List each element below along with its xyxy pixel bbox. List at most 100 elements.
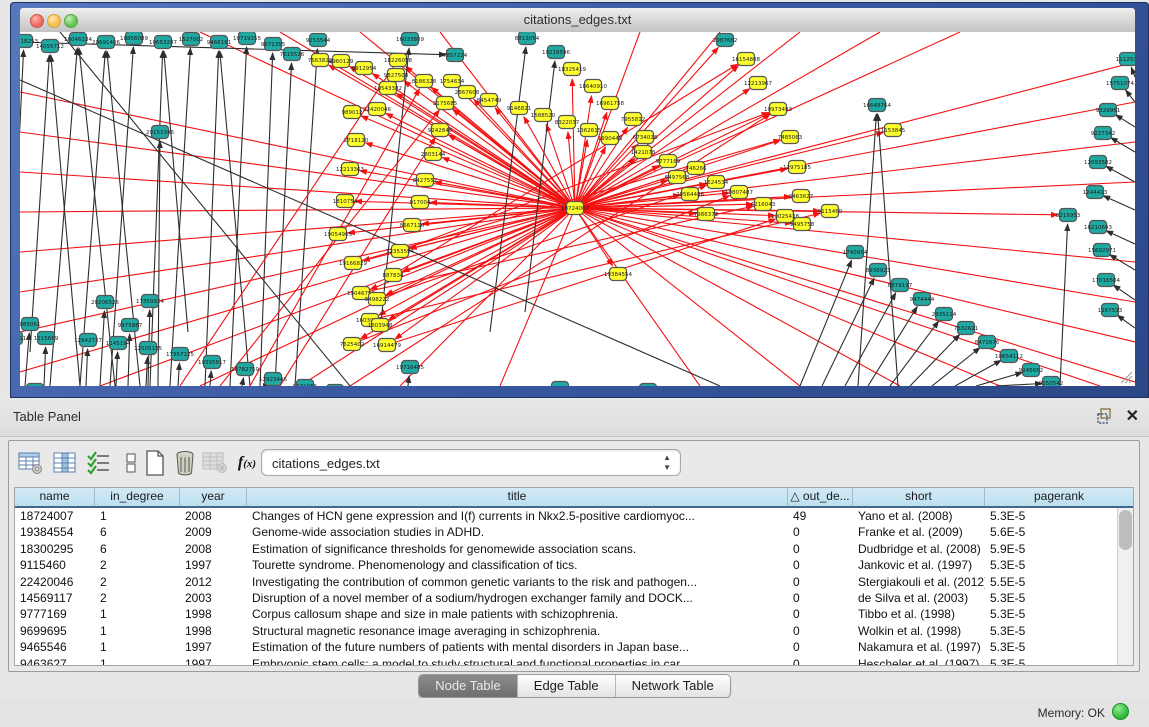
graph-node[interactable]: 16033809 [396,33,424,46]
graph-node[interactable]: 9350541 [323,385,348,387]
graph-node[interactable]: 7485063 [778,131,803,144]
graph-node[interactable]: 12923446 [259,373,287,386]
graph-node[interactable]: 12213363 [336,163,364,176]
graph-node[interactable]: 7615526 [280,48,305,61]
table-row[interactable]: 1872400712008Changes of HCN gene express… [15,508,1133,524]
graph-node[interactable]: 1112534 [1116,53,1135,66]
graph-node[interactable]: 16914479 [373,339,401,352]
graph-node[interactable]: 1167533 [1098,304,1123,317]
graph-node[interactable]: 10395817 [198,356,226,369]
graph-node[interactable]: 8912954 [352,62,377,75]
table-row[interactable]: 2242004622012Investigating the contribut… [15,574,1133,590]
network-select[interactable]: citations_edges.txt ▲▼ [261,449,681,476]
graph-node[interactable]: 12942737 [74,334,102,347]
graph-node[interactable]: 18640910 [579,80,607,93]
column-header-short[interactable]: short [853,488,985,506]
graph-node[interactable]: 16782759 [231,363,259,376]
graph-node[interactable]: 15751074 [1106,77,1134,90]
graph-node[interactable]: 7625402 [340,338,365,351]
graph-node[interactable]: 9474444 [910,293,935,306]
graph-node[interactable]: 2803144 [421,148,446,161]
graph-node[interactable]: 8471676 [975,336,1000,349]
table-row[interactable]: 1830029562008Estimation of significance … [15,541,1133,557]
graph-node[interactable]: 6497568 [665,171,690,184]
graph-node[interactable]: 1990445 [598,132,623,145]
graph-node[interactable]: 985061 [20,318,41,331]
table-row[interactable]: 969969511998Structural magnetic resonanc… [15,623,1133,639]
graph-node[interactable]: 9827508 [384,69,409,82]
graph-node[interactable]: 8938923 [866,264,891,277]
graph-node[interactable]: 7986372 [694,208,719,221]
graph-node[interactable]: 3175685 [433,97,458,110]
graph-node[interactable]: 19384554 [604,268,632,281]
graph-node[interactable]: 15692971 [1088,244,1116,257]
graph-node[interactable]: 16648764 [863,99,891,112]
column-header-in_degree[interactable]: in_degree [95,488,180,506]
column-header-pagerank[interactable]: pagerank [985,488,1133,506]
tab-node-table[interactable]: Node Table [419,675,518,697]
table-row[interactable]: 1938455462009Genome-wide association stu… [15,524,1133,540]
graph-node[interactable]: 917004 [410,196,431,209]
graph-node[interactable]: 9975887 [118,319,143,332]
table-row[interactable]: 946362711997Embryonic stem cells: a mode… [15,656,1133,666]
graph-node[interactable]: 9466161 [207,36,232,49]
graph-node[interactable]: 2087682 [713,34,738,47]
graph-node[interactable]: 3915911 [20,332,26,345]
graph-node[interactable]: 989012 [342,106,363,119]
network-canvas[interactable]: 2051825314055712160461342069140618856089… [20,32,1135,386]
select-all-rows-icon[interactable] [85,449,113,477]
graph-node[interactable]: 1153845 [881,124,906,137]
graph-node[interactable]: 20691406 [92,36,120,49]
graph-node[interactable]: 9671355 [261,38,286,51]
graph-node[interactable]: 9350542 [1039,377,1064,387]
graph-node[interactable]: 9495758 [790,218,815,231]
graph-node[interactable]: 9960129 [329,55,354,68]
graph-node[interactable]: 9463627 [789,190,814,203]
graph-node[interactable]: 8215953 [1056,209,1081,222]
graph-node[interactable]: 12093582 [1084,156,1112,169]
graph-node[interactable]: 18856089 [120,32,148,45]
column-header-name[interactable]: name [15,488,95,506]
graph-node[interactable]: 20564486 [676,188,704,201]
graph-node[interactable]: 887834 [383,269,404,282]
graph-node[interactable]: 9115460 [818,205,843,218]
graph-node[interactable]: 19716485 [396,361,424,374]
column-header-title[interactable]: title [247,488,788,506]
column-header-year[interactable]: year [180,488,247,506]
network-window-titlebar[interactable]: citations_edges.txt [20,8,1135,33]
graph-node[interactable]: 19054905 [324,228,352,241]
resize-grip-icon[interactable] [1120,371,1133,384]
graph-node[interactable]: 8131055 [293,380,318,387]
tab-edge-table[interactable]: Edge Table [518,675,616,697]
graph-node[interactable]: 746266 [686,162,707,175]
graph-node[interactable]: 1145194 [106,337,131,350]
graph-node[interactable]: 1362615 [577,124,602,137]
show-columns-icon[interactable] [51,449,79,477]
graph-node[interactable]: 9777169 [656,155,681,168]
table-row[interactable]: 911546021997Tourette syndrome. Phenomeno… [15,557,1133,573]
graph-node[interactable]: 2867608 [455,86,480,99]
scrollbar-thumb[interactable] [1119,510,1132,550]
tab-network-table[interactable]: Network Table [616,675,730,697]
graph-node[interactable]: 18325419 [558,63,586,76]
graph-node[interactable]: 8427552 [413,174,438,187]
graph-node[interactable]: 16154808 [732,53,760,66]
graph-node[interactable]: 8454749 [477,94,502,107]
graph-node[interactable]: 1527002 [179,33,204,46]
graph-node[interactable]: 7955812 [621,113,646,126]
graph-node[interactable]: 17016504 [1092,274,1120,287]
vertical-scrollbar[interactable] [1117,508,1133,665]
delete-rows-icon[interactable] [171,449,199,477]
graph-node[interactable]: 10719155 [233,32,261,45]
graph-node[interactable]: 8264509 [548,382,573,387]
graph-node[interactable]: 19218596 [542,46,570,59]
graph-node[interactable]: 1115689 [34,332,59,345]
table-row[interactable]: 1456911722003Disruption of a novel membe… [15,590,1133,606]
graph-node[interactable]: 1810754 [333,195,358,208]
graph-node[interactable]: 2718120 [344,134,369,147]
graph-node[interactable]: 9245652 [1019,364,1044,377]
graph-node[interactable]: 8186328 [412,75,437,88]
function-builder-icon[interactable]: f(x) [233,449,261,477]
table-row[interactable]: 946554611997Estimation of the future num… [15,639,1133,655]
graph-node[interactable]: 9146821 [507,102,532,115]
